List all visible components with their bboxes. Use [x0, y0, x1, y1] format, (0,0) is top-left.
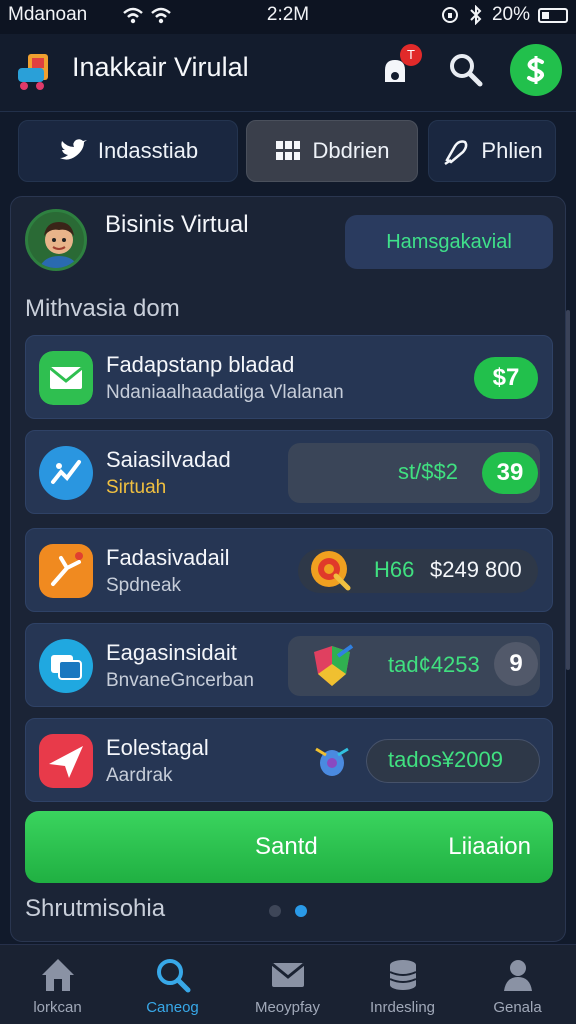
profile-icon — [504, 960, 532, 991]
tab-bar: Indasstiab Dbdrien Phlien — [18, 120, 558, 184]
section-title: Mithvasia dom — [25, 295, 180, 322]
home-icon — [42, 959, 74, 991]
tab-label: Indasstiab — [97, 138, 199, 163]
item-title: Fadasivadail — [106, 545, 230, 570]
list-item[interactable]: Eagasinsidait BnvaneGncerban tad¢4253 9 — [25, 623, 553, 707]
pager-dot[interactable] — [269, 905, 281, 917]
battery-percent: 20% — [491, 4, 530, 25]
dollar-icon — [527, 56, 545, 84]
nav-item-profile[interactable]: Genala — [460, 945, 575, 1024]
status-icons: 20% — [440, 4, 568, 26]
shield-color-icon — [314, 644, 354, 686]
chart-app-icon — [39, 446, 93, 500]
footer-title: Shrutmisohia — [25, 895, 166, 922]
cta-left-label: Santd — [255, 833, 318, 860]
nav-label: Inrdesling — [369, 999, 436, 1016]
primary-action-button[interactable]: Santd Liiaaion — [25, 811, 553, 883]
app-bar: Inakkair Virulal T — [0, 34, 576, 112]
lock-rotation-icon — [441, 7, 458, 23]
nav-item-coins[interactable]: Inrdesling — [345, 945, 460, 1024]
price-value: $249 800 — [430, 557, 522, 582]
price-badge[interactable]: 39 — [482, 452, 538, 494]
tools-app-icon — [39, 544, 93, 598]
coins-icon — [389, 960, 417, 990]
wifi-icon — [123, 7, 143, 24]
plane-app-icon — [39, 734, 93, 788]
notification-badge: T — [400, 44, 422, 66]
item-subtitle: Ndaniaalhaadatiga Vlalanan — [106, 382, 344, 403]
list-item[interactable]: Fadasivadail Spdneak H66 $249 800 — [25, 528, 553, 612]
item-subtitle: Spdneak — [106, 575, 182, 596]
pager-dot-active[interactable] — [295, 905, 307, 917]
mail-app-icon — [39, 351, 93, 405]
tab-dbdrien[interactable]: Dbdrien — [246, 120, 418, 182]
list-item[interactable]: Eolestagal Aardrak tados¥2009 — [25, 718, 553, 802]
profile-name: Bisinis Virtual — [105, 211, 249, 238]
nav-label: Genala — [493, 999, 542, 1016]
scrollbar[interactable] — [566, 310, 570, 670]
mail-icon — [271, 962, 305, 987]
bluetooth-icon — [470, 5, 482, 25]
app-title: Inakkair Virulal — [72, 52, 249, 82]
twitter-icon — [59, 139, 87, 160]
price-badge[interactable]: $7 — [474, 357, 538, 399]
search-icon — [450, 54, 483, 87]
search-icon — [157, 959, 191, 993]
app-logo-icon — [18, 54, 48, 90]
price-text: tad¢4253 — [388, 652, 480, 677]
nav-item-search[interactable]: Caneog — [115, 945, 230, 1024]
target-icon — [311, 551, 351, 591]
avatar-face-icon — [39, 222, 79, 268]
nav-label: Meoypfay — [254, 999, 321, 1016]
item-title: Fadapstanp bladad — [106, 352, 295, 377]
tab-label: Dbdrien — [312, 138, 390, 163]
item-subtitle: BnvaneGncerban — [106, 670, 254, 691]
wifi-icon-secondary — [151, 7, 171, 24]
battery-icon — [538, 7, 568, 23]
item-title: Eagasinsidait — [106, 640, 237, 665]
nav-label: Caneog — [146, 999, 199, 1016]
count-badge[interactable]: 9 — [494, 642, 538, 686]
search-button[interactable] — [446, 50, 486, 90]
item-title: Saiasilvadad — [106, 447, 231, 472]
price-text: tados¥2009 — [388, 747, 503, 772]
bug-icon — [315, 747, 349, 776]
profile-action-button[interactable]: Hamsgakavial — [345, 215, 553, 269]
main-panel: Bisinis Virtual Hamsgakavial Mithvasia d… — [10, 196, 566, 942]
item-title: Eolestagal — [106, 735, 209, 760]
item-subtitle: Sirtuah — [106, 477, 167, 498]
list-item[interactable]: Saiasilvadad Sirtuah st/$$2 39 — [25, 430, 553, 514]
list-item[interactable]: Fadapstanp bladad Ndaniaalhaadatiga Vlal… — [25, 335, 553, 419]
grid-icon — [276, 141, 301, 160]
bottom-nav: lorkcan Caneog Meoypfay Inrdesling Genal… — [0, 944, 576, 1024]
tab-indasstiab[interactable]: Indasstiab — [18, 120, 238, 182]
price-text: st/$$2 — [398, 459, 458, 484]
nav-item-home[interactable]: lorkcan — [0, 945, 115, 1024]
item-subtitle: Aardrak — [106, 765, 173, 786]
status-bar: Mdanoan 2:2M 20% — [0, 0, 576, 34]
nav-item-mail[interactable]: Meoypfay — [230, 945, 345, 1024]
gallery-app-icon — [39, 639, 93, 693]
notifications-button[interactable]: T — [380, 44, 422, 90]
avatar[interactable] — [25, 209, 87, 271]
cta-right-label: Liiaaion — [448, 833, 531, 860]
phone-pen-icon — [444, 140, 468, 166]
price-label: H66 — [374, 557, 415, 582]
tab-label: Phlien — [481, 138, 543, 163]
cash-button[interactable] — [510, 44, 562, 96]
tab-phlien[interactable]: Phlien — [428, 120, 556, 182]
nav-label: lorkcan — [33, 999, 82, 1016]
